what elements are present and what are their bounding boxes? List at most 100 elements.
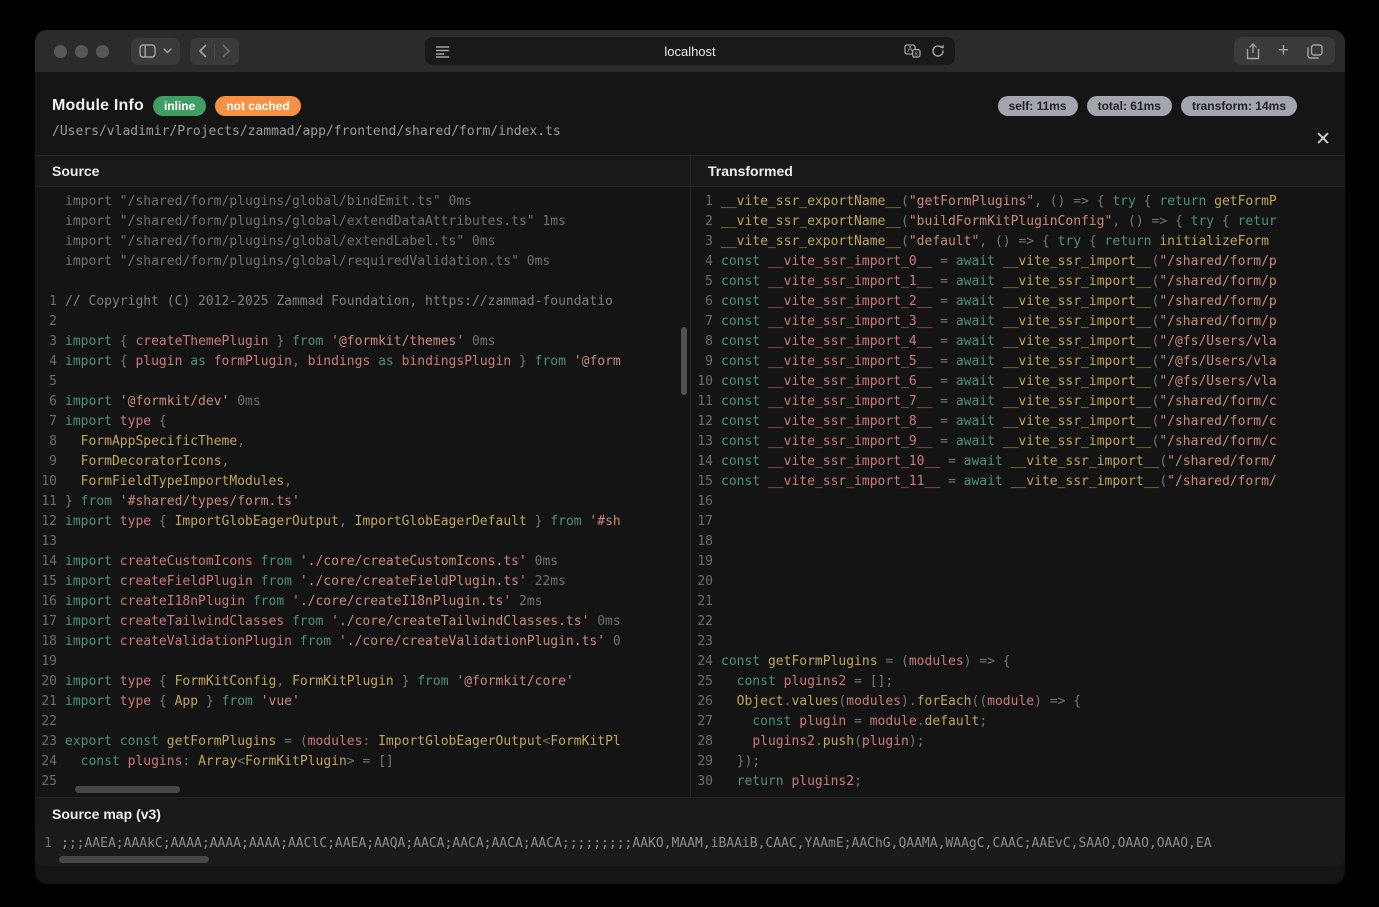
code-line: 3import { createThemePlugin } from '@for… — [35, 332, 690, 352]
code-text: import type { FormKitConfig, FormKitPlug… — [65, 672, 690, 692]
line-number: 15 — [691, 472, 721, 492]
new-tab-button[interactable]: + — [1278, 41, 1289, 60]
code-line: 15const __vite_ssr_import_11__ = await _… — [691, 472, 1345, 492]
line-number: 14 — [691, 452, 721, 472]
code-text: import "/shared/form/plugins/global/exte… — [65, 212, 690, 232]
line-number: 26 — [691, 692, 721, 712]
code-line: import "/shared/form/plugins/global/requ… — [35, 252, 690, 272]
source-vertical-scrollbar[interactable] — [681, 327, 687, 395]
code-line: 29 }); — [691, 752, 1345, 772]
sourcemap-panel[interactable]: 1 ;;;AAEA;AAAkC;AAAA;AAAA;AAAA;AAClC;AAE… — [35, 829, 1345, 866]
code-line: 7const __vite_ssr_import_3__ = await __v… — [691, 312, 1345, 332]
code-line: 20import type { FormKitConfig, FormKitPl… — [35, 672, 690, 692]
code-text: import createValidationPlugin from './co… — [65, 632, 690, 652]
code-text: const __vite_ssr_import_7__ = await __vi… — [721, 392, 1345, 412]
code-line: 23export const getFormPlugins = (modules… — [35, 732, 690, 752]
line-number: 20 — [691, 572, 721, 592]
code-text: import '@formkit/dev' 0ms — [65, 392, 690, 412]
code-line: 9 FormDecoratorIcons, — [35, 452, 690, 472]
reload-icon[interactable] — [931, 44, 945, 58]
code-text: const __vite_ssr_import_10__ = await __v… — [721, 452, 1345, 472]
code-line: 10const __vite_ssr_import_6__ = await __… — [691, 372, 1345, 392]
code-text — [721, 492, 1345, 512]
translate-icon[interactable]: Ax — [904, 44, 921, 58]
transformed-code-panel[interactable]: 1__vite_ssr_exportName__("getFormPlugins… — [690, 187, 1345, 797]
browser-toolbar: localhost Ax + — [35, 30, 1345, 72]
code-text: FormAppSpecificTheme, — [65, 432, 690, 452]
code-line: 6import '@formkit/dev' 0ms — [35, 392, 690, 412]
code-text — [721, 532, 1345, 552]
code-line: import "/shared/form/plugins/global/exte… — [35, 232, 690, 252]
status-badges: inlinenot cached — [153, 96, 301, 116]
code-text — [65, 532, 690, 552]
code-line: 18 — [691, 532, 1345, 552]
timing-badge: total: 61ms — [1087, 96, 1172, 116]
code-text: return plugins2; — [721, 772, 1345, 792]
code-text: import { plugin as formPlugin, bindings … — [65, 352, 690, 372]
code-text: const plugins2 = []; — [721, 672, 1345, 692]
code-line: 9const __vite_ssr_import_5__ = await __v… — [691, 352, 1345, 372]
code-text: plugins2.push(plugin); — [721, 732, 1345, 752]
line-number: 1 — [35, 833, 61, 855]
transformed-panel-title: Transformed — [690, 156, 1345, 186]
code-line: 16import createI18nPlugin from './core/c… — [35, 592, 690, 612]
code-text — [65, 712, 690, 732]
code-line: 19 — [691, 552, 1345, 572]
url-text: localhost — [425, 44, 955, 59]
line-number: 13 — [35, 532, 65, 552]
line-number: 9 — [35, 452, 65, 472]
close-icon[interactable]: ✕ — [1315, 130, 1331, 149]
sourcemap-line: 1 ;;;AAEA;AAAkC;AAAA;AAAA;AAAA;AAClC;AAE… — [35, 833, 1345, 855]
window-controls[interactable] — [54, 45, 109, 58]
code-line: 30 return plugins2; — [691, 772, 1345, 792]
code-line: 4const __vite_ssr_import_0__ = await __v… — [691, 252, 1345, 272]
line-number: 27 — [691, 712, 721, 732]
line-number: 7 — [691, 312, 721, 332]
back-button[interactable] — [198, 44, 207, 58]
line-number: 13 — [691, 432, 721, 452]
code-line: 14import createCustomIcons from './core/… — [35, 552, 690, 572]
zoom-window-button[interactable] — [96, 45, 109, 58]
code-text: import type { — [65, 412, 690, 432]
chevron-down-icon — [163, 48, 172, 54]
line-number: 24 — [691, 652, 721, 672]
share-icon[interactable] — [1246, 43, 1260, 60]
code-text: import { createThemePlugin } from '@form… — [65, 332, 690, 352]
line-number: 15 — [35, 572, 65, 592]
code-text: FormFieldTypeImportModules, — [65, 472, 690, 492]
forward-button[interactable] — [222, 44, 231, 58]
code-text: const __vite_ssr_import_9__ = await __vi… — [721, 432, 1345, 452]
line-number: 12 — [35, 512, 65, 532]
source-code-panel[interactable]: import "/shared/form/plugins/global/bind… — [35, 187, 690, 797]
code-line: 17import createTailwindClasses from './c… — [35, 612, 690, 632]
line-number: 8 — [35, 432, 65, 452]
tab-overview-icon[interactable] — [1307, 44, 1323, 59]
line-number: 17 — [35, 612, 65, 632]
source-panel-title: Source — [35, 156, 690, 186]
code-line — [35, 272, 690, 292]
code-line: 24 const plugins: Array<FormKitPlugin> =… — [35, 752, 690, 772]
code-line: 5 — [35, 372, 690, 392]
line-number: 25 — [691, 672, 721, 692]
code-line: 21import type { App } from 'vue' — [35, 692, 690, 712]
module-info-header: Module Info inlinenot cached self: 11mst… — [35, 72, 1345, 155]
line-number: 30 — [691, 772, 721, 792]
line-number: 7 — [35, 412, 65, 432]
source-horizontal-scrollbar[interactable] — [75, 786, 180, 793]
minimize-window-button[interactable] — [75, 45, 88, 58]
code-line: 1// Copyright (C) 2012-2025 Zammad Found… — [35, 292, 690, 312]
address-bar[interactable]: localhost Ax — [425, 37, 955, 65]
sourcemap-horizontal-scrollbar[interactable] — [59, 856, 209, 863]
code-line: 23 — [691, 632, 1345, 652]
nav-buttons — [190, 38, 239, 65]
code-text: const getFormPlugins = (modules) => { — [721, 652, 1345, 672]
line-number: 23 — [691, 632, 721, 652]
sidebar-toggle-button[interactable] — [131, 38, 180, 65]
close-window-button[interactable] — [54, 45, 67, 58]
code-text — [721, 612, 1345, 632]
module-file-path: /Users/vladimir/Projects/zammad/app/fron… — [52, 124, 1345, 139]
code-line: 26 Object.values(modules).forEach((modul… — [691, 692, 1345, 712]
code-text — [721, 552, 1345, 572]
line-number: 24 — [35, 752, 65, 772]
line-number — [35, 272, 65, 292]
